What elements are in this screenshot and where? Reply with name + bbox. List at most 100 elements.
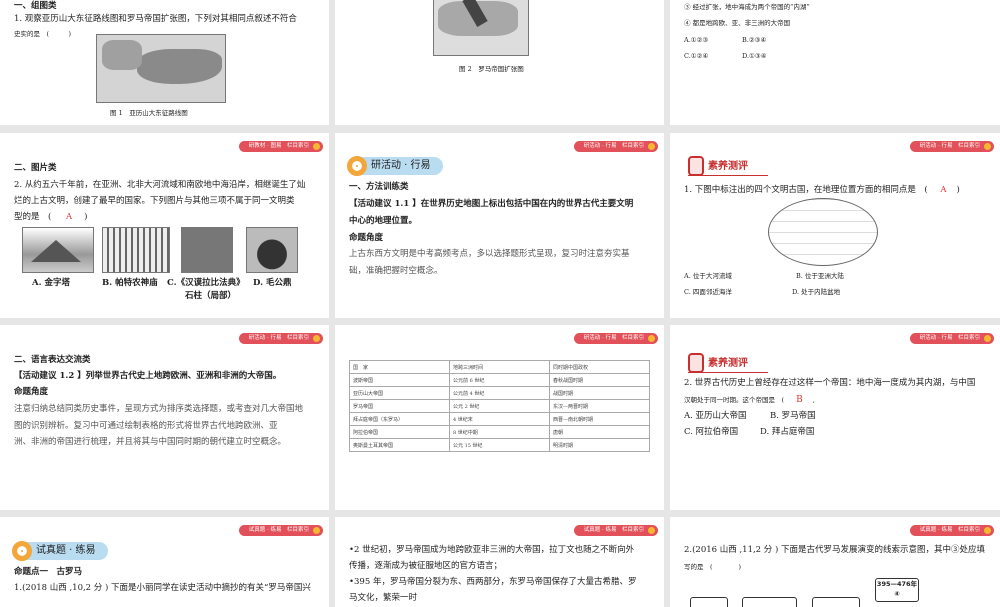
slide-2[interactable]: 图 2 罗马帝国扩张图 xyxy=(335,0,664,125)
table-cell: 8 世纪中期 xyxy=(449,425,550,439)
location-pin-icon xyxy=(648,527,655,534)
table-row: 拜占庭帝国（东罗马） 4 世纪末 西晋—南北朝时期 xyxy=(349,412,650,426)
slide-10[interactable]: 试真题 · 练易 栏目索引 试真题 · 练易 命题点一 古罗马 1.(2018 … xyxy=(0,517,329,607)
section-index-tag[interactable]: 试真题 · 练易 栏目索引 xyxy=(573,525,658,536)
bullet-line: •395 年，罗马帝国分裂为东、西两部分，东罗马帝国保存了大量古希腊、罗 xyxy=(349,577,637,587)
section-index-tag[interactable]: 研活动 · 行易 栏目索引 xyxy=(238,333,323,344)
slide-6[interactable]: 研活动 · 行易 栏目索引 素养测评 1. 下图中标注出的四个文明古国，在地理位… xyxy=(670,133,1000,318)
table-cell: 波斯帝国 xyxy=(349,373,450,387)
choice-b: B. 罗马帝国 xyxy=(770,411,816,421)
slide-3[interactable]: ③ 经过扩张，地中海成为两个帝国的“内湖” ④ 都是地跨欧、亚、非三洲的大帝国 … xyxy=(670,0,1000,125)
table-cell: 地跨三洲时间 xyxy=(449,360,550,374)
section-index-tag[interactable]: 试真题 · 练易 栏目索引 xyxy=(238,525,323,536)
slide-7[interactable]: 研活动 · 行易 栏目索引 二、语言表达交流类 【活动建议 1.2 】列举世界古… xyxy=(0,325,329,510)
question-text: 史实的是 ( ) xyxy=(14,30,72,38)
banner-label: 试真题 · 练易 xyxy=(36,545,96,556)
section-banner: 研活动 · 行易 xyxy=(347,156,443,176)
subheading: 命题角度 xyxy=(14,387,49,397)
answer-mark: B xyxy=(796,395,803,405)
location-pin-icon xyxy=(313,335,320,342)
tag-label: 研活动 · 行易 栏目索引 xyxy=(583,335,644,341)
location-pin-icon xyxy=(984,527,991,534)
location-pin-icon xyxy=(648,335,655,342)
question-text: 1. 观察亚历山大东征路线图和罗马帝国扩张图，下列对其相同点叙述不符合 xyxy=(14,14,297,24)
slide-5[interactable]: 研活动 · 行易 栏目索引 研活动 · 行易 一、方法训练类 【活动建议 1.1… xyxy=(335,133,664,318)
answer-mark: A xyxy=(940,185,947,195)
paragraph: 图的识别辨析。复习中可通过绘制表格的形式将世界古代地跨欧洲、亚 xyxy=(14,421,278,431)
section-index-tag[interactable]: 试真题 · 练易 栏目索引 xyxy=(909,525,994,536)
section-heading: 二、语言表达交流类 xyxy=(14,355,91,365)
tag-label: 试真题 · 练易 栏目索引 xyxy=(248,527,309,533)
bullet-line: 传播，逐渐成为被征服地区的官方语言； xyxy=(349,561,503,571)
paragraph: 洲、非洲的帝国进行梳理，并且将其与中国同时期的朝代建立时空概念。 xyxy=(14,437,287,447)
table-cell: 4 世纪末 xyxy=(449,412,550,426)
pencil-icon xyxy=(688,156,704,176)
section-index-tag[interactable]: 研活动 · 行易 栏目索引 xyxy=(573,141,658,152)
section-index-tag[interactable]: 研活动 · 行易 栏目索引 xyxy=(909,333,994,344)
table-cell: 亚历山大帝国 xyxy=(349,386,450,400)
activity-text: 中心的地理位置。 xyxy=(349,216,418,226)
slide-9[interactable]: 研活动 · 行易 栏目索引 素养测评 2. 世界古代历史上曾经存在过这样一个帝国… xyxy=(670,325,1000,510)
slide-12[interactable]: 试真题 · 练易 栏目索引 2.(2016 山西 ,11,2 分 ) 下面是古代… xyxy=(670,517,1000,607)
table-row: 罗马帝国 公元 2 世纪 东汉—两晋时期 xyxy=(349,399,650,413)
timeline-box xyxy=(690,597,728,607)
section-banner: 试真题 · 练易 xyxy=(12,541,108,561)
choice-c: C. 阿拉伯帝国 xyxy=(684,427,739,437)
section-index-tag[interactable]: 研活动 · 行易 栏目索引 xyxy=(573,333,658,344)
section-index-tag[interactable]: 研活动 · 行易 栏目索引 xyxy=(909,141,994,152)
table-cell: 公元 2 世纪 xyxy=(449,399,550,413)
slide-1[interactable]: 一、组图类 1. 观察亚历山大东征路线图和罗马帝国扩张图，下列对其相同点叙述不符… xyxy=(0,0,329,125)
table-row: 亚历山大帝国 公元前 4 世纪 战国时期 xyxy=(349,386,650,400)
choice-a: A. 位于大河流域 xyxy=(684,272,732,280)
slide-8[interactable]: 研活动 · 行易 栏目索引 国 家地跨三洲时间 同时期中国政权波斯帝国 公元前 6 … xyxy=(335,325,664,510)
bullet-line: •2 世纪初，罗马帝国成为地跨欧亚非三洲的大帝国，拉丁文也随之不断向外 xyxy=(349,545,635,555)
location-pin-icon xyxy=(313,527,320,534)
subheading: 命题点一 古罗马 xyxy=(14,567,83,577)
circle-icon xyxy=(12,541,32,561)
choice-d: D. 处于内陆盆地 xyxy=(792,288,841,296)
table-cell: 国 家 xyxy=(349,360,450,374)
question-line: 2. 世界古代历史上曾经存在过这样一个帝国：地中海一度成为其内湖，与中国 xyxy=(684,378,976,388)
tag-label: 研活动 · 行易 栏目索引 xyxy=(248,335,309,341)
table-cell: 同时期中国政权 xyxy=(549,360,650,374)
table-cell: 公元前 6 世纪 xyxy=(449,373,550,387)
table-cell: 罗马帝国 xyxy=(349,399,450,413)
question-line: 2.(2016 山西 ,11,2 分 ) 下面是古代罗马发展演变的线索示意图，其… xyxy=(684,545,986,555)
table-cell: 奥斯曼土耳其帝国 xyxy=(349,438,450,452)
pencil-icon xyxy=(688,353,704,373)
caption-d: D. 毛公鼎 xyxy=(253,278,292,288)
table-row: 奥斯曼土耳其帝国 公元 15 世纪 明清时期 xyxy=(349,438,650,452)
table-cell: 西晋—南北朝时期 xyxy=(549,412,650,426)
tag-label: 研活动 · 行易 栏目索引 xyxy=(919,143,980,149)
table-row: 阿拉伯帝国 8 世纪中期 唐朝 xyxy=(349,425,650,439)
location-pin-icon xyxy=(648,143,655,150)
section-index-tag[interactable]: 研教材 · 图易 栏目索引 xyxy=(238,141,323,152)
figure-caption: 图 2 罗马帝国扩张图 xyxy=(459,65,524,73)
parthenon-image xyxy=(102,227,170,273)
tag-label: 研活动 · 行易 栏目索引 xyxy=(919,335,980,341)
caption-c-extra: 石柱（局部） xyxy=(185,291,237,301)
caption-a: A. 金字塔 xyxy=(32,278,71,288)
paragraph: 注意归纳总结同类历史事件，呈现方式为排序类选择题，或考查对几大帝国地 xyxy=(14,404,304,414)
question-text: 1. 下图中标注出的四个文明古国，在地理位置方面的相同点是 ( xyxy=(684,185,928,195)
evaluation-badge: 素养测评 xyxy=(688,156,768,176)
empire-table: 国 家地跨三洲时间 同时期中国政权 波斯帝国 公元前 6 世纪 春秋战国时期 亚历山大帝国… xyxy=(349,360,650,452)
location-pin-icon xyxy=(984,143,991,150)
circle-icon xyxy=(347,156,367,176)
subheading: 命题角度 xyxy=(349,233,384,243)
box-number: ④ xyxy=(894,590,900,598)
evaluation-badge: 素养测评 xyxy=(688,353,768,373)
caption-b: B. 帕特农神庙 xyxy=(102,278,158,288)
table-cell: 公元 15 世纪 xyxy=(449,438,550,452)
maogong-ding-image xyxy=(246,227,298,273)
choice-c: C. 四面邻近海洋 xyxy=(684,288,732,296)
choice-a: A.①②③ xyxy=(684,36,709,44)
choice-a: A. 亚历山大帝国 xyxy=(684,411,747,421)
choice-c: C.①②④ xyxy=(684,52,709,60)
table-cell: 拜占庭帝国（东罗马） xyxy=(349,412,450,426)
slide-11[interactable]: 试真题 · 练易 栏目索引 •2 世纪初，罗马帝国成为地跨欧亚非三洲的大帝国，拉… xyxy=(335,517,664,607)
bullet-line: 马文化，繁荣一时 xyxy=(349,593,418,603)
pyramid-image xyxy=(22,227,94,273)
slide-4[interactable]: 研教材 · 图易 栏目索引 二、图片类 2. 从约五六千年前，在亚洲、北非大河流… xyxy=(0,133,329,318)
paragraph: 础，准确把握时空概念。 xyxy=(349,266,443,276)
